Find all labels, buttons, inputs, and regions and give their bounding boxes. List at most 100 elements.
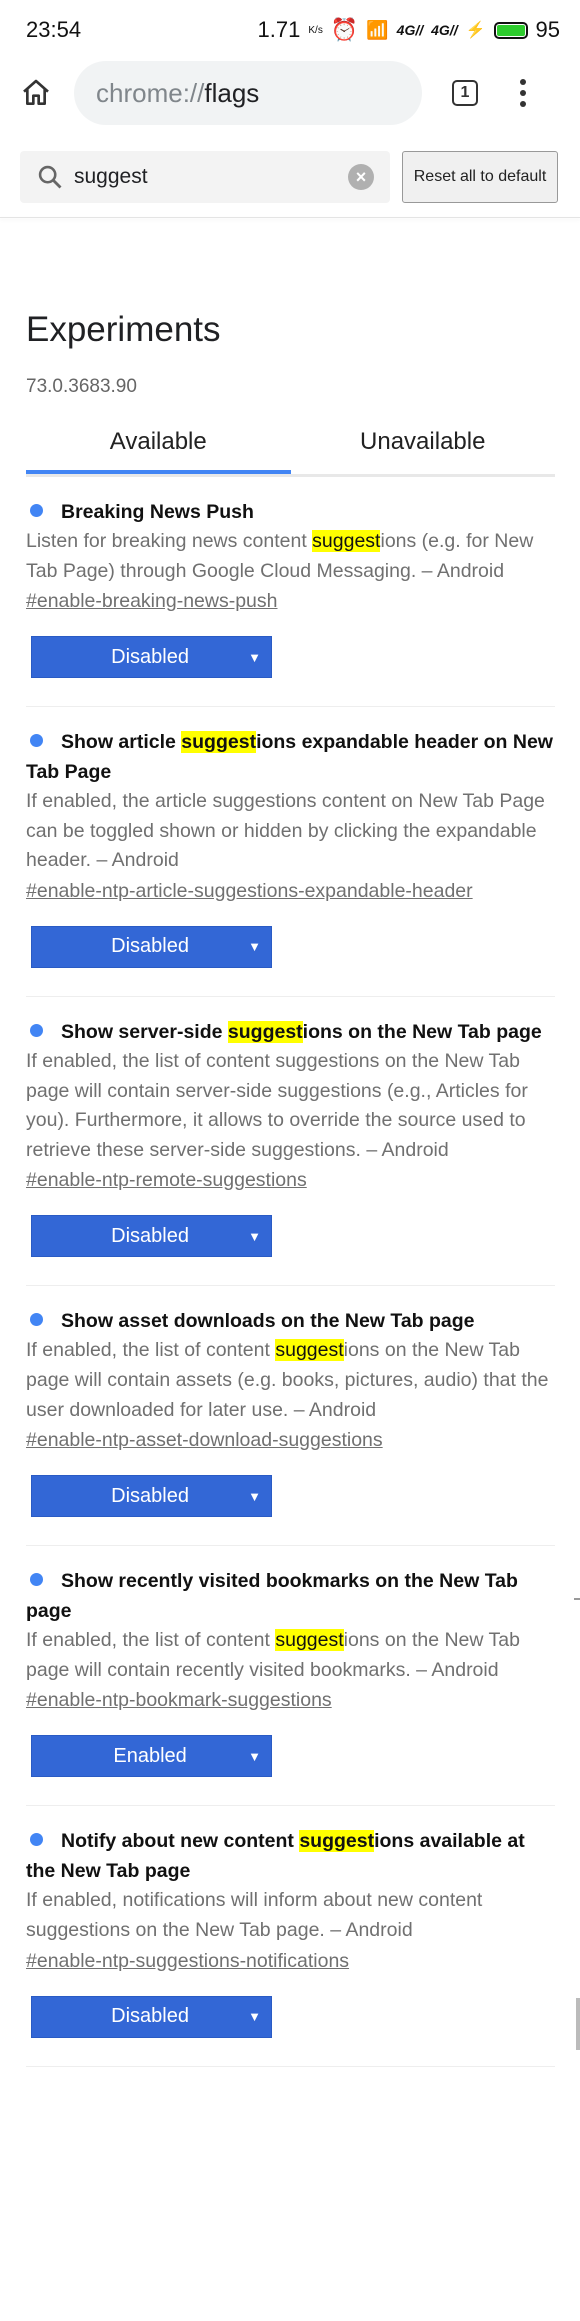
search-input[interactable] (74, 165, 348, 189)
selected-value: Disabled (111, 645, 189, 668)
battery-level: 95 (535, 17, 560, 42)
url-path: flags (204, 77, 260, 108)
search-highlight: suggest (275, 1339, 344, 1362)
experiment-link[interactable]: #enable-breaking-news-push (26, 586, 555, 616)
scrollbar[interactable] (576, 1998, 580, 2050)
experiment-title: Breaking News Push (26, 497, 555, 527)
title-text: ions on the New Tab page (302, 1020, 542, 1043)
status-bar: 23:54 1.71 K/s ⏰ 📶 4G// 4G// ⚡ 95 (0, 0, 580, 60)
experiment-item: Notify about new content suggestions ava… (26, 1806, 555, 2067)
experiment-item: Show server-side suggestions on the New … (26, 997, 555, 1287)
charging-icon: ⚡ (465, 22, 486, 39)
description-text: If enabled, notifications will inform ab… (26, 1889, 483, 1941)
experiment-link[interactable]: #enable-ntp-asset-download-suggestions (26, 1425, 555, 1455)
close-icon: × (355, 166, 367, 187)
tab-available[interactable]: Available (26, 418, 291, 474)
title-text: Show article (61, 731, 182, 754)
description-text: If enabled, the list of content suggesti… (26, 1049, 528, 1161)
home-button[interactable] (16, 73, 56, 113)
title-text: Notify about new content (61, 1830, 300, 1853)
search-highlight: suggest (181, 731, 257, 754)
scroll-indicator (574, 1598, 580, 1600)
experiment-list: Breaking News Push Listen for breaking n… (26, 477, 555, 2067)
wifi-icon: 📶 (366, 19, 389, 40)
clear-search-button[interactable]: × (348, 164, 374, 190)
experiment-link[interactable]: #enable-ntp-bookmark-suggestions (26, 1685, 555, 1715)
description-text: If enabled, the list of content (26, 1339, 276, 1362)
experiment-item: Breaking News Push Listen for breaking n… (26, 477, 555, 708)
status-dot (30, 1023, 43, 1037)
alarm-icon: ⏰ (330, 17, 359, 42)
experiment-state-select[interactable]: Disabled ▼ (31, 1475, 272, 1518)
experiment-link[interactable]: #enable-ntp-remote-suggestions (26, 1165, 555, 1195)
page-title: Experiments (26, 310, 221, 349)
dropdown-arrow-icon: ▼ (248, 939, 261, 955)
experiment-description: If enabled, the list of content suggesti… (26, 1336, 555, 1425)
search-highlight: suggest (227, 1020, 303, 1043)
selected-value: Disabled (111, 935, 189, 958)
experiment-state-select[interactable]: Disabled ▼ (31, 636, 272, 679)
search-icon (38, 165, 62, 189)
experiment-description: If enabled, the list of content suggesti… (26, 1626, 555, 1685)
tab-bar: Available Unavailable (26, 418, 555, 477)
status-dot (30, 734, 43, 748)
tab-unavailable[interactable]: Unavailable (291, 418, 556, 474)
search-highlight: suggest (312, 530, 381, 552)
battery-icon (493, 21, 528, 39)
experiment-link[interactable]: #enable-ntp-article-suggestions-expandab… (26, 876, 555, 906)
title-text: Breaking News Push (61, 501, 254, 523)
experiment-description: If enabled, notifications will inform ab… (26, 1886, 555, 1945)
status-dot (30, 1313, 43, 1327)
experiment-state-select[interactable]: Disabled ▼ (31, 1995, 272, 2038)
selected-value: Disabled (111, 1484, 189, 1507)
experiment-state-select[interactable]: Enabled ▼ (31, 1735, 272, 1778)
experiment-item: Show recently visited bookmarks on the N… (26, 1546, 555, 1807)
experiment-title: Notify about new content suggestions ava… (26, 1826, 555, 1886)
search-box: × (20, 151, 390, 203)
description-text: If enabled, the list of content (26, 1629, 276, 1652)
experiment-description: If enabled, the list of content suggesti… (26, 1047, 555, 1165)
url-bar[interactable]: chrome:// flags (74, 61, 422, 125)
search-highlight: suggest (275, 1629, 344, 1652)
experiment-state-select[interactable]: Disabled ▼ (31, 925, 272, 968)
description-text: Listen for breaking news content (26, 530, 313, 552)
dropdown-arrow-icon: ▼ (248, 1228, 261, 1244)
experiment-title: Show article suggestions expandable head… (26, 727, 555, 787)
title-text: Show recently visited bookmarks on the N… (26, 1570, 518, 1623)
dropdown-arrow-icon: ▼ (248, 1488, 261, 1504)
selected-value: Disabled (111, 1224, 189, 1247)
search-highlight: suggest (299, 1830, 375, 1853)
browser-toolbar: chrome:// flags 1 (0, 60, 580, 126)
status-dot (30, 504, 43, 517)
status-dot (30, 1833, 43, 1847)
title-text: Show server-side (61, 1020, 228, 1043)
dropdown-arrow-icon: ▼ (248, 2009, 261, 2024)
selected-value: Enabled (113, 1744, 187, 1767)
url-scheme: chrome:// (96, 77, 205, 108)
tab-switcher-button[interactable]: 1 (452, 80, 478, 106)
experiment-link[interactable]: #enable-ntp-suggestions-notifications (26, 1946, 555, 1976)
dropdown-arrow-icon: ▼ (248, 649, 261, 665)
description-text: If enabled, the article suggestions cont… (26, 790, 545, 872)
experiment-title: Show recently visited bookmarks on the N… (26, 1566, 555, 1626)
experiment-item: Show asset downloads on the New Tab page… (26, 1286, 555, 1547)
home-icon (23, 79, 49, 105)
speed-unit: K/s (308, 24, 323, 36)
experiment-title: Show asset downloads on the New Tab page (26, 1306, 555, 1336)
network-speed: 1.71 (257, 17, 301, 42)
signal-icon: 4G// (431, 22, 458, 38)
signal-icon: 4G// (396, 22, 424, 38)
selected-value: Disabled (111, 2005, 189, 2027)
clock: 23:54 (26, 17, 82, 42)
title-text: Show asset downloads on the New Tab page (61, 1310, 475, 1333)
experiment-description: Listen for breaking news content suggest… (26, 527, 555, 586)
more-menu-button[interactable] (520, 79, 526, 107)
experiment-title: Show server-side suggestions on the New … (26, 1017, 555, 1047)
reset-all-button[interactable]: Reset all to default (402, 151, 558, 203)
version: 73.0.3683.90 (26, 376, 137, 397)
experiment-state-select[interactable]: Disabled ▼ (31, 1215, 272, 1258)
dropdown-arrow-icon: ▼ (248, 1748, 261, 1764)
status-dot (30, 1573, 43, 1587)
header-divider (0, 217, 580, 218)
experiment-item: Show article suggestions expandable head… (26, 707, 555, 997)
